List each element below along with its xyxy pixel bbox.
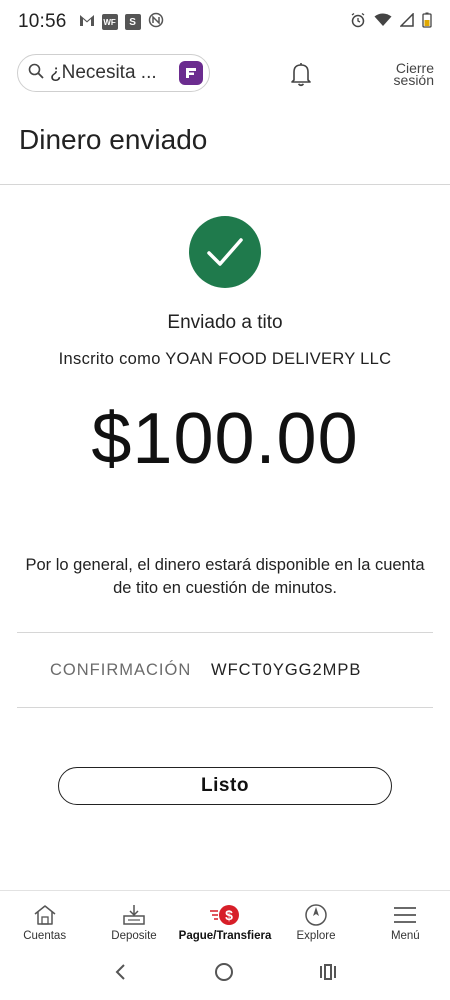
notifications-bell-icon[interactable] [288,60,314,88]
alarm-icon [350,12,366,33]
confirmation-label: CONFIRMACIÓN [50,661,192,679]
success-check-icon [189,216,261,288]
menu-icon [392,903,418,927]
nav-item-accounts[interactable]: Cuentas [0,891,89,946]
search-bar[interactable]: ¿Necesita ... [17,54,210,92]
enrolled-as-text: Inscrito como YOAN FOOD DELIVERY LLC [58,350,392,368]
s-icon: S [124,14,141,30]
status-bar: 10:56 WF S [0,0,450,44]
svg-text:$: $ [225,907,233,923]
done-button[interactable]: Listo [58,767,392,805]
signal-icon [399,11,414,32]
status-notification-icons: WF S [79,12,164,33]
nav-label: Pague/Transfiera [178,930,272,942]
recent-apps-icon[interactable] [317,962,339,987]
nav-label: Explore [296,930,336,942]
fargo-assistant-icon[interactable] [179,61,203,85]
signout-label-line2: sesión [393,72,434,88]
nav-item-pay-transfer[interactable]: $ Pague/Transfiera [178,891,272,946]
search-input[interactable]: ¿Necesita ... [50,62,157,84]
nav-item-deposit[interactable]: Deposite [89,891,178,946]
availability-note: Por lo general, el dinero estará disponi… [25,556,425,597]
pay-transfer-icon: $ [208,903,242,927]
amount-sent: $100.00 [91,399,359,479]
nav-item-menu[interactable]: Menú [361,891,450,946]
status-system-icons [350,11,432,33]
signout-button[interactable]: Cierre sesión [393,61,434,88]
system-navigation-bar [0,948,450,1000]
home-icon [32,903,58,927]
page-title: Dinero enviado [19,124,208,155]
deposit-icon [121,903,147,927]
nav-label: Menú [390,930,420,942]
status-time: 10:56 [18,11,67,32]
confirmation-divider-top [17,632,433,633]
nav-item-explore[interactable]: Explore [271,891,360,946]
confirmation-number: WFCT0YGG2MPB [211,661,362,679]
search-icon [28,63,44,84]
header-divider [0,184,450,185]
recipient-text: Enviado a tito [167,312,283,333]
nav-label: Cuentas [23,930,67,942]
bottom-navigation: Cuentas Deposite $ Pague/Transfiera Expl… [0,890,450,946]
wifi-icon [374,13,392,32]
nfc-icon [148,12,164,33]
app-header: ¿Necesita ... Cierre sesión [0,50,450,100]
nav-label: Deposite [111,930,157,942]
back-icon[interactable] [111,962,131,987]
compass-icon [304,903,328,927]
wf-icon: WF [101,14,118,30]
home-circle-icon[interactable] [213,961,235,988]
gmail-icon [79,13,95,32]
confirmation-divider-bottom [17,707,433,708]
battery-icon [422,12,432,33]
